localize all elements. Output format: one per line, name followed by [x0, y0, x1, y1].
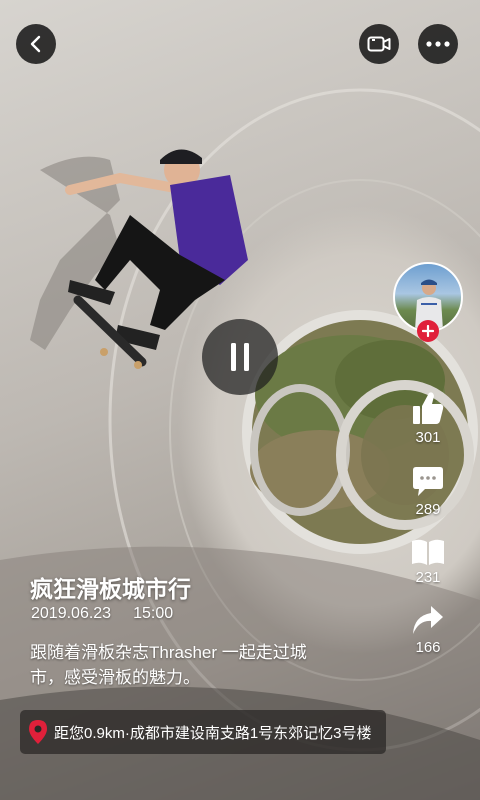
location-pin-icon	[28, 719, 48, 745]
author-avatar-group[interactable]	[393, 262, 463, 342]
comment-button[interactable]: 289	[402, 458, 454, 518]
video-description: 跟随着滑板杂志Thrasher 一起走过城市，感受滑板的魅力。	[30, 643, 307, 687]
more-options-button[interactable]	[418, 24, 458, 64]
collect-count: 231	[415, 569, 441, 586]
video-mode-button[interactable]	[359, 24, 399, 64]
thumbs-up-icon	[413, 392, 444, 424]
share-count: 166	[415, 639, 441, 656]
plus-icon	[422, 325, 434, 337]
like-count: 301	[415, 429, 441, 446]
comment-icon	[413, 467, 443, 496]
publish-time: 15:00	[133, 605, 174, 622]
video-camera-icon	[367, 36, 391, 52]
publish-date: 2019.06.23	[31, 605, 112, 622]
publish-datetime: 2019.06.23 15:00	[31, 605, 173, 623]
collect-button[interactable]: 231	[402, 526, 454, 586]
video-title: 疯狂滑板城市行	[30, 576, 191, 602]
pause-icon	[231, 343, 249, 371]
back-button[interactable]	[16, 24, 56, 64]
location-text: 距您0.9km·成都市建设南支路1号东郊记忆3号楼	[54, 724, 372, 742]
more-icon	[426, 41, 450, 47]
pause-button[interactable]	[202, 319, 278, 395]
follow-button[interactable]	[417, 320, 439, 342]
share-button[interactable]: 166	[402, 596, 454, 656]
video-player-screen: 301 289 231 166 疯狂滑板城市行 2019.06.23 15:00…	[0, 0, 480, 800]
comment-count: 289	[415, 501, 441, 518]
book-icon	[412, 539, 444, 565]
back-icon	[30, 35, 41, 53]
location-chip[interactable]: 距您0.9km·成都市建设南支路1号东郊记忆3号楼	[20, 710, 386, 754]
share-icon	[413, 606, 443, 634]
like-button[interactable]: 301	[402, 386, 454, 446]
